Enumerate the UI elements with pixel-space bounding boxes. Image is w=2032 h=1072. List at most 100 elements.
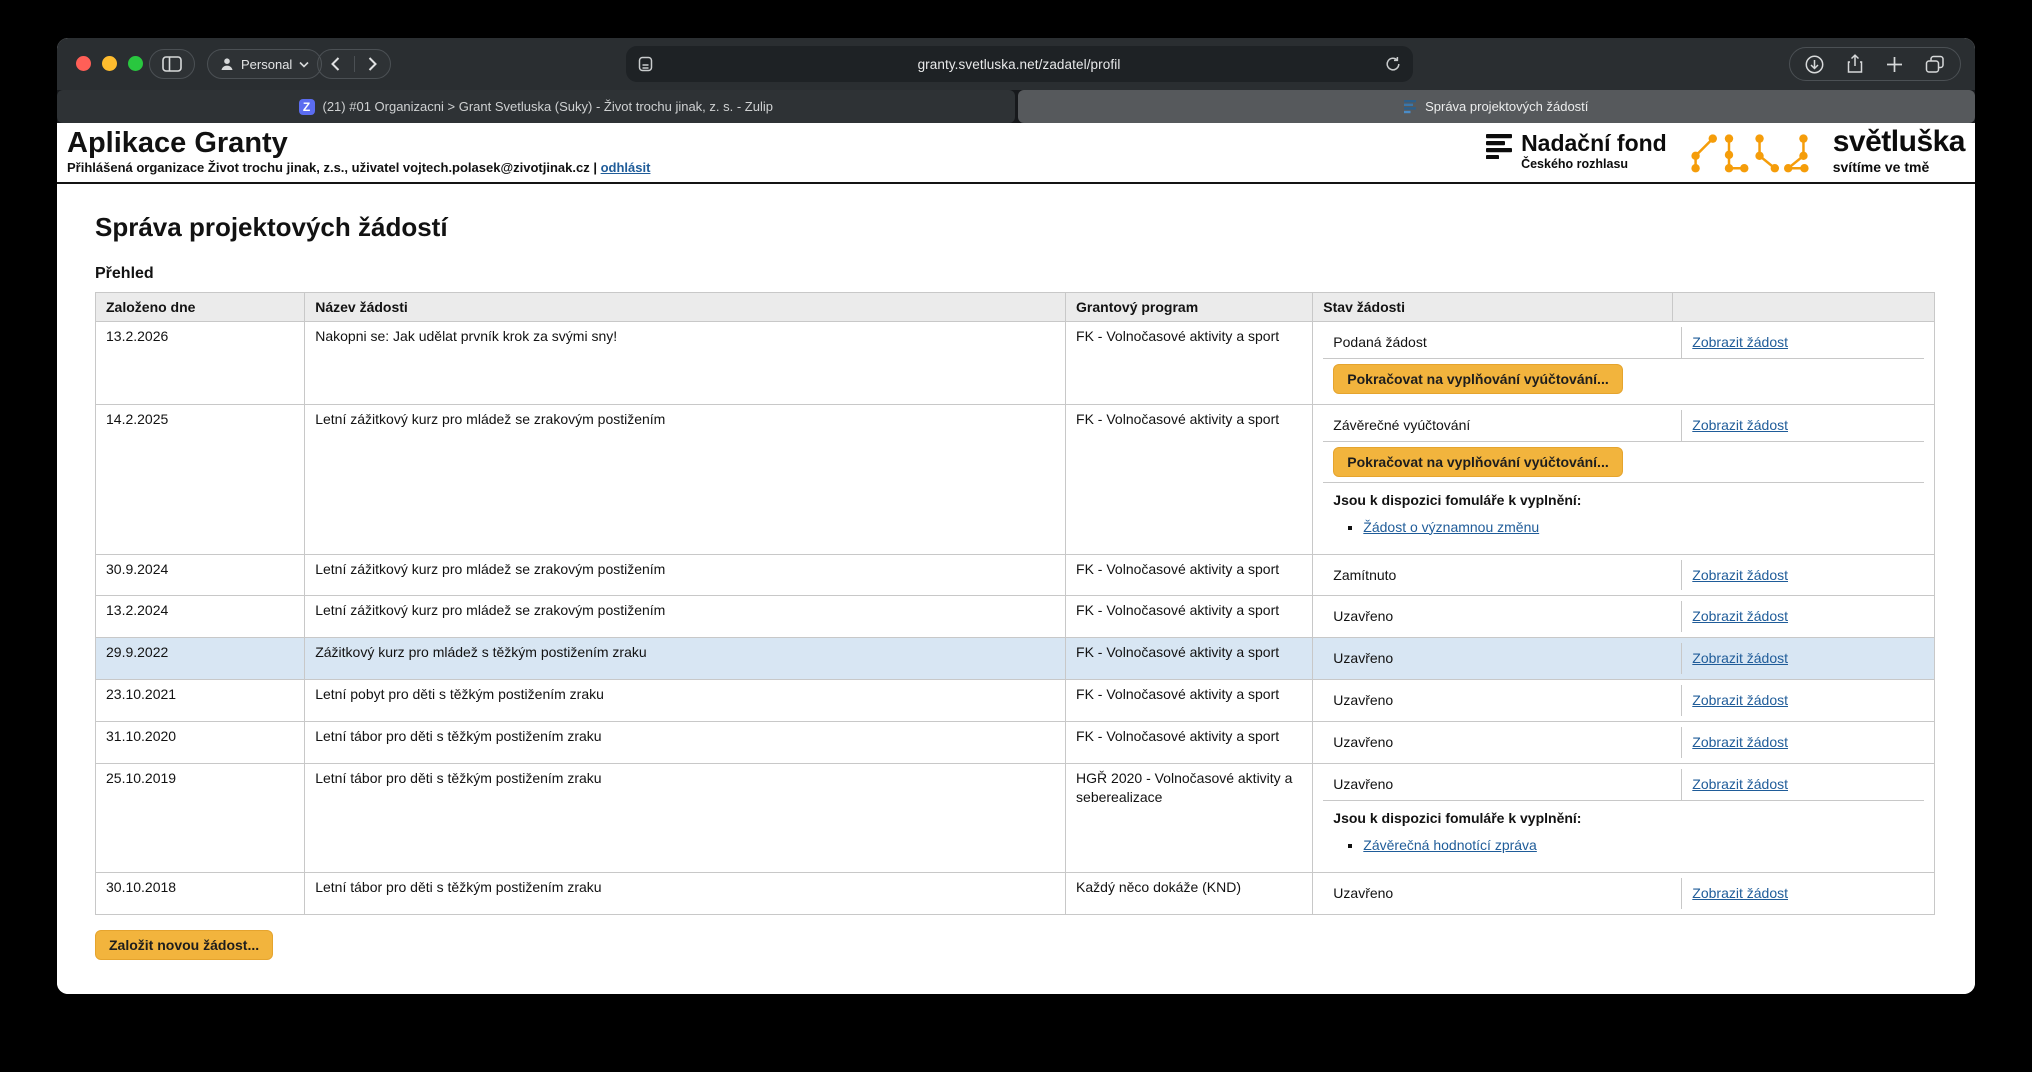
- view-application-link[interactable]: Zobrazit žádost: [1692, 885, 1788, 901]
- available-form-link[interactable]: Závěrečná hodnotící zpráva: [1363, 837, 1537, 853]
- application-row: 30.9.2024Letní zážitkový kurz pro mládež…: [96, 554, 1935, 596]
- tab-overview-icon[interactable]: [1925, 55, 1945, 74]
- browser-toolbar: Personal granty: [57, 38, 1975, 90]
- site-header-left: Aplikace Granty Přihlášená organizace Ži…: [67, 128, 650, 175]
- tab-zulip[interactable]: Z (21) #01 Organizacni > Grant Svetluska…: [57, 90, 1015, 123]
- downloads-icon[interactable]: [1805, 55, 1824, 74]
- back-button[interactable]: [318, 50, 354, 78]
- status-text: Uzavřeno: [1323, 643, 1682, 674]
- status-subrow: Podaná žádostZobrazit žádost: [1323, 327, 1924, 359]
- reload-icon[interactable]: [1385, 56, 1401, 72]
- view-application-link[interactable]: Zobrazit žádost: [1692, 334, 1788, 350]
- tab-title: (21) #01 Organizacni > Grant Svetluska (…: [323, 99, 773, 114]
- column-header: Stav žádosti: [1313, 293, 1672, 322]
- cell-status-and-actions: ZamítnutoZobrazit žádost: [1313, 554, 1935, 596]
- cell-grant-program: FK - Volnočasové aktivity a sport: [1066, 404, 1313, 554]
- close-window-button[interactable]: [76, 56, 91, 71]
- logout-link[interactable]: odhlásit: [601, 160, 651, 175]
- status-action: Zobrazit žádost: [1682, 410, 1924, 441]
- nadacni-fond-text: Nadační fond Českého rozhlasu: [1521, 132, 1667, 171]
- status-subrow: UzavřenoZobrazit žádost: [1323, 727, 1924, 758]
- available-form-item: Závěrečná hodnotící zpráva: [1363, 836, 1914, 855]
- continue-button-subrow: Pokračovat na vyplňování vyúčtování...: [1323, 442, 1924, 483]
- status-subrow: UzavřenoZobrazit žádost: [1323, 878, 1924, 909]
- nadacni-fond-bars-icon: [1486, 132, 1513, 159]
- cell-status-and-actions: UzavřenoZobrazit žádost: [1313, 872, 1935, 914]
- back-icon: [331, 57, 340, 71]
- available-forms-list: Žádost o významnou změnu: [1333, 518, 1914, 537]
- cell-grant-program: FK - Volnočasové aktivity a sport: [1066, 680, 1313, 722]
- view-application-link[interactable]: Zobrazit žádost: [1692, 650, 1788, 666]
- forward-button[interactable]: [355, 50, 391, 78]
- application-row: 13.2.2024Letní zážitkový kurz pro mládež…: [96, 596, 1935, 638]
- new-request-button[interactable]: Založit novou žádost...: [95, 930, 273, 960]
- status-text: Uzavřeno: [1323, 685, 1682, 716]
- view-application-link[interactable]: Zobrazit žádost: [1692, 776, 1788, 792]
- continue-settlement-button[interactable]: Pokračovat na vyplňování vyúčtování...: [1333, 364, 1622, 394]
- continue-settlement-button[interactable]: Pokračovat na vyplňování vyúčtování...: [1333, 447, 1622, 477]
- applications-table: Založeno dneNázev žádostiGrantový progra…: [95, 292, 1935, 915]
- cell-grant-program: Každý něco dokáže (KND): [1066, 872, 1313, 914]
- view-application-link[interactable]: Zobrazit žádost: [1692, 692, 1788, 708]
- status-text: Uzavřeno: [1323, 601, 1682, 632]
- cell-application-name: Letní tábor pro děti s těžkým postižením…: [305, 872, 1066, 914]
- column-header: Název žádosti: [305, 293, 1066, 322]
- view-application-link[interactable]: Zobrazit žádost: [1692, 608, 1788, 624]
- application-row: 14.2.2025Letní zážitkový kurz pro mládež…: [96, 404, 1935, 554]
- profile-menu-button[interactable]: Personal: [207, 49, 322, 79]
- cell-application-name: Letní zážitkový kurz pro mládež se zrako…: [305, 596, 1066, 638]
- cell-created-date: 25.10.2019: [96, 764, 305, 873]
- cell-application-name: Letní tábor pro děti s těžkým postižením…: [305, 764, 1066, 873]
- available-forms-label: Jsou k dispozici fomuláře k vyplnění:: [1333, 491, 1914, 510]
- application-row: 31.10.2020Letní tábor pro děti s těžkým …: [96, 722, 1935, 764]
- view-application-link[interactable]: Zobrazit žádost: [1692, 567, 1788, 583]
- status-text: Uzavřeno: [1323, 769, 1682, 800]
- cell-grant-program: HGŘ 2020 - Volnočasové aktivity a sebere…: [1066, 764, 1313, 873]
- share-icon[interactable]: [1846, 54, 1864, 74]
- site-header: Aplikace Granty Přihlášená organizace Ži…: [57, 123, 1975, 184]
- applications-table-header-row: Založeno dneNázev žádostiGrantový progra…: [96, 293, 1935, 322]
- status-subrow: ZamítnutoZobrazit žádost: [1323, 560, 1924, 591]
- zulip-favicon-icon: Z: [299, 99, 315, 115]
- tab-grants-active[interactable]: Správa projektových žádostí: [1018, 90, 1976, 123]
- application-row: 30.10.2018Letní tábor pro děti s těžkým …: [96, 872, 1935, 914]
- nadacni-fond-logo: Nadační fond Českého rozhlasu: [1486, 132, 1667, 171]
- cell-grant-program: FK - Volnočasové aktivity a sport: [1066, 722, 1313, 764]
- cell-application-name: Letní pobyt pro děti s těžkým postižením…: [305, 680, 1066, 722]
- page-settings-icon[interactable]: [638, 56, 653, 72]
- status-action: Zobrazit žádost: [1682, 601, 1924, 632]
- chevron-down-icon: [299, 61, 309, 68]
- view-application-link[interactable]: Zobrazit žádost: [1692, 734, 1788, 750]
- cell-created-date: 13.2.2024: [96, 596, 305, 638]
- cell-grant-program: FK - Volnočasové aktivity a sport: [1066, 638, 1313, 680]
- status-action: Zobrazit žádost: [1682, 560, 1924, 591]
- status-subrow: Uzavřeno Zobrazit žádost: [1323, 769, 1924, 801]
- nadacni-fond-line1: Nadační fond: [1521, 132, 1667, 155]
- minimize-window-button[interactable]: [102, 56, 117, 71]
- cell-grant-program: FK - Volnočasové aktivity a sport: [1066, 322, 1313, 405]
- sidebar-toggle-button[interactable]: [149, 49, 195, 79]
- cell-created-date: 30.9.2024: [96, 554, 305, 596]
- available-forms-list: Závěrečná hodnotící zpráva: [1333, 836, 1914, 855]
- view-application-link[interactable]: Zobrazit žádost: [1692, 417, 1788, 433]
- svetluska-line2: svítíme ve tmě: [1833, 159, 1965, 175]
- svetluska-line1: světluška: [1833, 128, 1965, 157]
- grants-favicon-icon: [1404, 100, 1417, 114]
- cell-status-and-actions: UzavřenoZobrazit žádost: [1313, 722, 1935, 764]
- cell-status-and-actions: Uzavřeno Zobrazit žádost: [1313, 638, 1935, 680]
- cell-grant-program: FK - Volnočasové aktivity a sport: [1066, 554, 1313, 596]
- application-row: 13.2.2026Nakopni se: Jak udělat prvník k…: [96, 322, 1935, 405]
- address-bar[interactable]: granty.svetluska.net/zadatel/profil: [626, 46, 1413, 82]
- status-subrow: Uzavřeno Zobrazit žádost: [1323, 601, 1924, 632]
- new-request-button-wrap: Založit novou žádost...: [95, 930, 1935, 960]
- tab-bar: Z (21) #01 Organizacni > Grant Svetluska…: [57, 90, 1975, 123]
- zoom-window-button[interactable]: [128, 56, 143, 71]
- available-form-link[interactable]: Žádost o významnou změnu: [1363, 519, 1539, 535]
- cell-created-date: 30.10.2018: [96, 872, 305, 914]
- new-tab-icon[interactable]: [1886, 56, 1903, 73]
- cell-application-name: Letní zážitkový kurz pro mládež se zrako…: [305, 554, 1066, 596]
- available-forms-block: Jsou k dispozici fomuláře k vyplnění: Žád…: [1323, 483, 1924, 549]
- cell-application-name: Letní tábor pro děti s těžkým postižením…: [305, 722, 1066, 764]
- status-action: Zobrazit žádost: [1682, 727, 1924, 758]
- cell-status-and-actions: Závěrečné vyúčtováníZobrazit žádostPokra…: [1313, 404, 1935, 554]
